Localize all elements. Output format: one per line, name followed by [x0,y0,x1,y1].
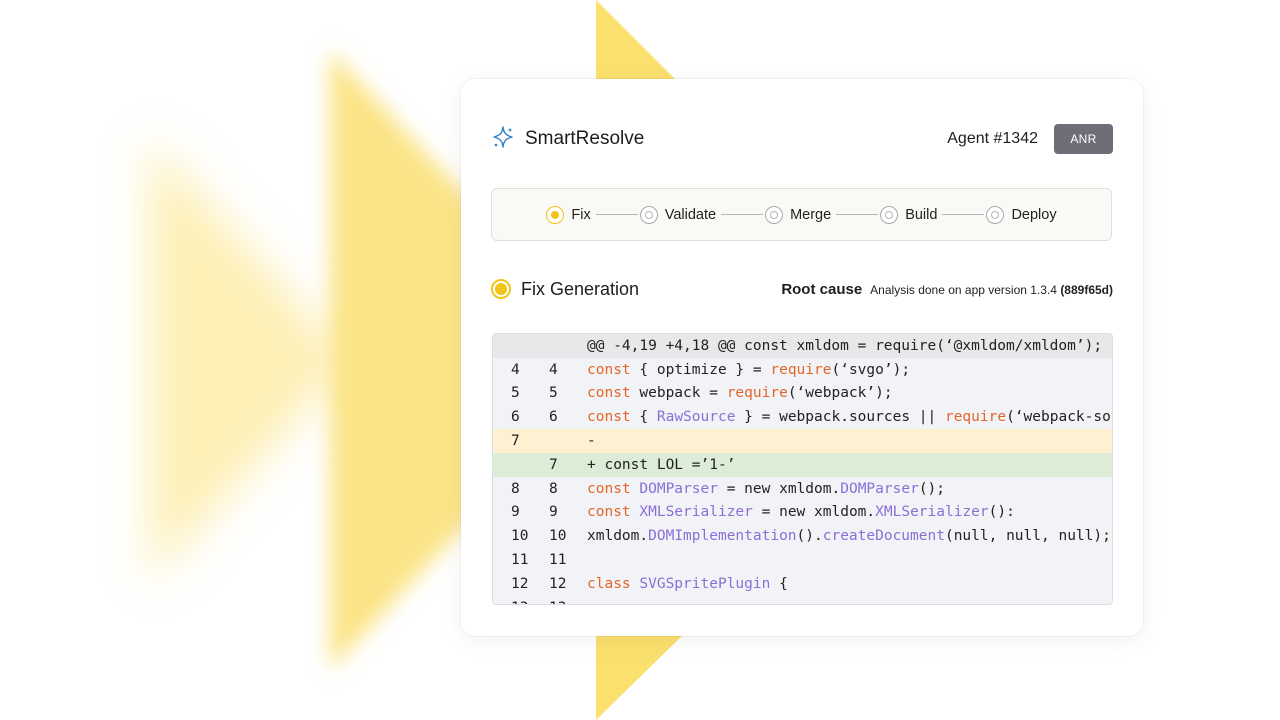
diff-line: 12 12 class SVGSpritePlugin { [493,572,1112,596]
step-label: Validate [664,206,717,223]
code-text: class SVGSpritePlugin { [587,575,788,592]
brand: SmartResolve [491,125,644,154]
root-cause-label: Root cause [781,280,863,298]
step-indicator [639,205,658,224]
status-dot-icon [491,279,511,299]
line-number-new: 13 [549,600,587,604]
diff-line: 11 11 [493,548,1112,572]
diff-line-added: 7 + const LOL =’1-’ [493,452,1112,477]
agent-label: Agent #1342 [947,130,1038,147]
step-deploy[interactable]: Deploy [986,205,1057,224]
line-number-new: 11 [549,552,567,569]
step-validate[interactable]: Validate [639,205,717,224]
step-indicator-active [546,205,565,224]
code-diff-viewer[interactable]: @@ -4,19 +4,18 @@ const xmldom = require… [492,333,1113,605]
line-number-new: 10 [549,528,567,545]
code-text: const { optimize } = require(‘svgo’); [587,361,911,378]
line-number-new: 6 [549,409,558,426]
line-number-old: 6 [511,409,520,426]
step-label: Build [905,206,938,223]
analysis-version: Analysis done on app version 1.3.4 [870,282,1057,297]
line-number-old: 4 [511,361,520,378]
line-number-old: 5 [511,385,520,402]
line-number-new: 12 [549,575,567,592]
analysis-text: Analysis done on app version 1.3.4 (889f… [870,283,1113,297]
code-text: const { RawSource } = webpack.sources ||… [587,409,1112,426]
code-text: const webpack = require(‘webpack’); [587,385,893,402]
code-text: xmldom.DOMImplementation().createDocumen… [587,528,1111,545]
line-number-new: 9 [549,504,558,521]
line-number-new: 7 [549,456,558,473]
decorative-triangle-top [596,0,686,90]
step-label: Fix [571,206,591,223]
diff-line: 5 5 const webpack = require(‘webpack’); [493,382,1112,406]
line-number-old: 8 [511,480,520,497]
diff-hunk-header: @@ -4,19 +4,18 @@ const xmldom = require… [493,334,1112,358]
step-label: Deploy [1011,206,1057,223]
line-number-old: 11 [511,552,529,569]
hunk-text: @@ -4,19 +4,18 @@ const xmldom = require… [587,337,1103,354]
code-text: const XMLSerializer = new xmldom.XMLSeri… [587,504,1015,521]
root-cause-info: Root cause Analysis done on app version … [781,281,1113,298]
step-merge[interactable]: Merge [765,205,832,224]
decorative-blur-triangle-left [150,140,350,580]
step-indicator [986,205,1005,224]
resolve-card: SmartResolve Agent #1342 ANR Fix Validat… [461,79,1143,636]
diff-line-removed: 7- [493,429,1112,453]
card-header: SmartResolve Agent #1342 ANR [491,124,1113,154]
step-connector [942,214,985,215]
step-indicator [765,205,784,224]
fix-generation-header: Fix Generation Root cause Analysis done … [491,276,1113,302]
sparkle-icon [491,125,515,154]
line-number-old: 12 [511,575,529,592]
commit-hash: (889f65d) [1060,282,1113,297]
line-number-old: 13 [493,600,549,604]
step-label: Merge [790,206,832,223]
line-number-new: 4 [549,361,558,378]
line-number-old: 7 [511,433,520,450]
line-number-new: 8 [549,480,558,497]
step-build[interactable]: Build [880,205,938,224]
step-indicator [880,205,899,224]
step-connector [721,214,764,215]
step-connector [595,214,638,215]
code-text: + const LOL =’1-’ [587,456,736,473]
code-text: - [587,433,596,450]
agent-info: Agent #1342 ANR [947,124,1113,154]
line-number-old: 10 [511,528,529,545]
anr-tag[interactable]: ANR [1054,124,1113,154]
section-title-group: Fix Generation [491,279,639,300]
line-number-old: 9 [511,504,520,521]
step-connector [836,214,879,215]
code-text: const DOMParser = new xmldom.DOMParser()… [587,480,946,497]
decorative-triangle-bottom [596,632,686,720]
diff-line: 8 8 const DOMParser = new xmldom.DOMParser… [493,477,1112,501]
diff-line: 1313 [493,596,1112,604]
diff-line: 4 4 const { optimize } = require(‘svgo’); [493,358,1112,382]
section-title: Fix Generation [521,278,640,299]
step-fix[interactable]: Fix [546,205,591,224]
diff-line: 9 9 const XMLSerializer = new xmldom.XMLSe… [493,501,1112,525]
pipeline-stepper: Fix Validate Merge Build Deploy [491,188,1112,241]
line-number-new: 5 [549,385,558,402]
diff-line: 10 10 xmldom.DOMImplementation().createDoc… [493,524,1112,548]
app-name: SmartResolve [525,128,645,149]
diff-line: 6 6 const { RawSource } = webpack.sources … [493,405,1112,429]
